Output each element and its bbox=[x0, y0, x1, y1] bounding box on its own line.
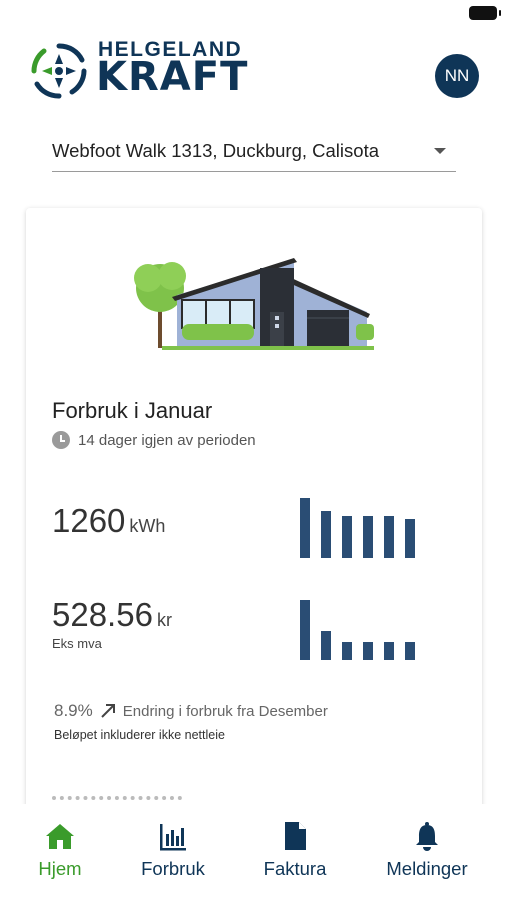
status-bar bbox=[0, 0, 507, 28]
energy-trend-bar bbox=[405, 519, 415, 558]
energy-trend-bar bbox=[321, 511, 331, 558]
cost-value: 528.56 bbox=[52, 596, 153, 633]
change-percent: 8.9% bbox=[54, 701, 93, 720]
bar-chart-icon bbox=[160, 824, 186, 851]
brand-logo: HELGELAND KRAFT bbox=[28, 36, 288, 106]
bell-icon bbox=[416, 822, 438, 851]
nav-item-home[interactable]: Hjem bbox=[5, 820, 115, 884]
energy-trend-chart[interactable] bbox=[300, 498, 422, 558]
price-note: Beløpet inkluderer ikke nettleie bbox=[54, 728, 225, 742]
nav-label-consumption: Forbruk bbox=[141, 858, 205, 879]
cost-trend-bar bbox=[300, 600, 310, 660]
nav-label-home: Hjem bbox=[38, 858, 82, 879]
nav-item-invoice[interactable]: Faktura bbox=[240, 820, 350, 884]
energy-metric: 1260 kWh bbox=[52, 502, 165, 540]
nav-label-invoice: Faktura bbox=[263, 858, 327, 879]
house-illustration bbox=[134, 258, 374, 350]
trend-up-arrow-icon bbox=[101, 704, 115, 718]
cost-unit: kr bbox=[156, 610, 172, 630]
header: HELGELAND KRAFT NN bbox=[0, 36, 507, 116]
consumption-title: Forbruk i Januar bbox=[52, 398, 213, 423]
energy-trend-bar bbox=[300, 498, 310, 558]
nav-label-messages: Meldinger bbox=[386, 858, 468, 879]
bottom-navigation: Hjem Forbruk Faktura Meldinger bbox=[0, 804, 507, 900]
user-avatar[interactable]: NN bbox=[435, 54, 479, 98]
energy-unit: kWh bbox=[129, 516, 166, 536]
document-icon bbox=[285, 822, 306, 850]
cost-trend-chart[interactable] bbox=[300, 600, 422, 660]
energy-value: 1260 bbox=[52, 502, 126, 539]
brand-name-main: KRAFT bbox=[96, 54, 249, 100]
period-info: 14 dager igjen av perioden bbox=[52, 430, 256, 450]
cost-trend-bar bbox=[363, 642, 373, 660]
home-icon bbox=[46, 824, 74, 849]
cost-trend-bar bbox=[405, 642, 415, 660]
cost-trend-bar bbox=[342, 642, 352, 660]
clock-icon bbox=[52, 431, 70, 449]
consumption-card: Forbruk i Januar 14 dager igjen av perio… bbox=[26, 208, 482, 828]
nav-item-messages[interactable]: Meldinger bbox=[372, 820, 482, 884]
period-remaining-text: 14 dager igjen av perioden bbox=[78, 431, 256, 449]
energy-trend-bar bbox=[342, 516, 352, 558]
next-section-cutoff bbox=[52, 796, 182, 804]
address-dropdown[interactable]: Webfoot Walk 1313, Duckburg, Calisota bbox=[52, 130, 456, 172]
battery-icon bbox=[469, 6, 501, 20]
cost-trend-bar bbox=[384, 642, 394, 660]
change-row: 8.9% Endring i forbruk fra Desember bbox=[54, 701, 328, 721]
cost-trend-bar bbox=[321, 631, 331, 660]
chevron-down-icon bbox=[434, 148, 446, 154]
energy-trend-bar bbox=[384, 516, 394, 558]
energy-trend-bar bbox=[363, 516, 373, 558]
nav-item-consumption[interactable]: Forbruk bbox=[118, 820, 228, 884]
vat-note: Eks mva bbox=[52, 636, 102, 651]
cost-metric: 528.56 kr Eks mva bbox=[52, 596, 172, 651]
change-description: Endring i forbruk fra Desember bbox=[122, 702, 328, 720]
logo-mark-icon bbox=[31, 43, 87, 99]
address-selected-value: Webfoot Walk 1313, Duckburg, Calisota bbox=[52, 140, 379, 161]
